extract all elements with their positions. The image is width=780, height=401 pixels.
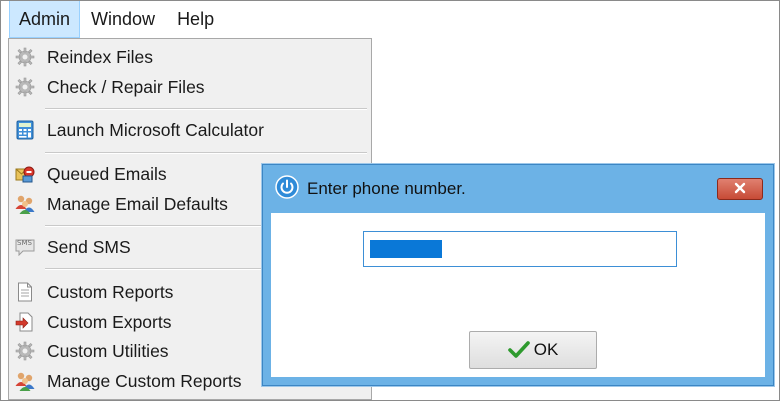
power-icon [275,174,299,204]
menu-item-reindex-files[interactable]: Reindex Files [9,43,371,71]
menu-item-label: Custom Utilities [47,340,169,361]
menu-item-label: Manage Custom Reports [47,370,242,391]
menu-item-label: Launch Microsoft Calculator [47,119,264,140]
ok-button-label: OK [533,340,559,359]
menu-item-label: Send SMS [47,236,131,257]
gear-icon [14,46,36,68]
export-icon [14,311,36,333]
menu-help[interactable]: Help [166,0,225,38]
dialog-title-bar[interactable]: Enter phone number. [263,165,773,213]
menu-admin[interactable]: Admin [9,0,81,38]
dialog-body: OK [271,213,765,377]
calculator-icon [14,119,36,141]
menu-item-label: Queued Emails [47,163,167,184]
queued-emails-icon [14,163,36,185]
menu-item-label: Reindex Files [47,46,154,67]
gear-icon [14,76,36,98]
phone-number-dialog: Enter phone number. OK [262,164,774,386]
menu-item-label: Manage Email Defaults [47,193,228,214]
close-button[interactable] [717,178,763,200]
menu-item-label: Check / Repair Files [47,76,205,97]
menu-item-label: Custom Reports [47,281,174,302]
menu-item-label: Custom Exports [47,311,172,332]
gear-icon [14,340,36,362]
phone-number-input[interactable] [363,231,677,267]
close-icon [734,179,746,199]
menu-bar: Admin Window Help [0,0,386,38]
text-selection-highlight [370,240,442,258]
ok-button[interactable]: OK [469,331,597,369]
sms-badge-text: SMS [17,239,32,247]
checkmark-icon [507,341,530,359]
users-icon [14,370,36,392]
menu-separator [45,152,367,154]
menu-item-launch-calculator[interactable]: Launch Microsoft Calculator [9,116,371,144]
menu-separator [45,108,367,110]
dialog-title: Enter phone number. [307,179,466,198]
menu-item-check-repair-files[interactable]: Check / Repair Files [9,73,371,101]
users-icon [14,193,36,215]
menu-window[interactable]: Window [80,0,166,38]
document-icon [14,281,36,303]
